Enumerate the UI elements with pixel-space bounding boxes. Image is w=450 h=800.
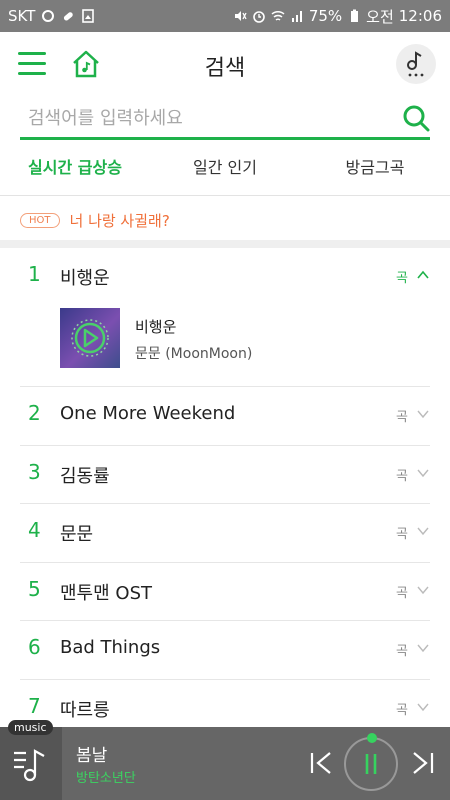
rank-number: 6 — [28, 635, 41, 659]
list-item[interactable]: 4 문문 곡 — [20, 504, 430, 563]
carrier-label: SKT — [8, 7, 36, 25]
music-note-button[interactable] — [396, 44, 436, 84]
item-name: 비행운 — [60, 268, 110, 289]
mute-icon — [234, 11, 247, 21]
item-category: 곡 — [396, 468, 408, 484]
pause-icon — [365, 754, 377, 774]
item-category: 곡 — [396, 644, 408, 659]
list-item[interactable]: 1 비행운 곡 비행운 문문 (MoonMoon) — [20, 248, 430, 387]
pill-icon — [64, 12, 74, 21]
hot-badge: HOT — [20, 212, 60, 228]
tab-daily[interactable]: 일간 인기 — [150, 150, 300, 195]
chart-list: 1 비행운 곡 비행운 문문 (MoonMoon) 2 One More Wee… — [0, 248, 450, 738]
expanded-artist: 문문 (MoonMoon) — [135, 346, 253, 362]
hot-keyword[interactable]: HOT 너 나랑 사귈래? — [20, 200, 170, 240]
chevron-down-icon[interactable] — [416, 583, 430, 597]
next-track-icon[interactable] — [410, 749, 436, 777]
hot-keyword-text: 너 나랑 사귈래? — [69, 211, 170, 230]
status-bar: SKT 75% 오전 12:06 — [0, 0, 450, 32]
rank-number: 3 — [28, 459, 41, 484]
item-name: 맨투맨 OST — [60, 582, 152, 604]
item-name: 문문 — [60, 524, 94, 545]
chart-tabs: 실시간 급상승 일간 인기 방금그곡 — [0, 150, 450, 196]
expanded-result[interactable]: 비행운 문문 (MoonMoon) — [60, 308, 440, 370]
item-category: 곡 — [396, 702, 408, 718]
expanded-title: 비행운 — [135, 318, 177, 336]
settings-gear-icon — [42, 10, 55, 22]
progress-indicator[interactable] — [367, 733, 377, 743]
item-name: One More Weekend — [60, 403, 236, 424]
chevron-down-icon[interactable] — [416, 700, 430, 714]
section-divider — [0, 240, 450, 248]
item-name: 김동률 — [60, 465, 110, 487]
search-icon[interactable] — [402, 104, 430, 132]
list-item[interactable]: 3 김동률 곡 — [20, 446, 430, 504]
chevron-down-icon[interactable] — [416, 466, 430, 480]
chevron-up-icon[interactable] — [416, 268, 430, 282]
clock-ampm: 오전 — [366, 7, 394, 26]
rank-number: 1 — [28, 262, 41, 286]
list-item[interactable]: 2 One More Weekend 곡 — [20, 387, 430, 446]
search-bar — [20, 98, 430, 140]
wifi-icon — [271, 10, 285, 21]
battery-percent: 75% — [308, 7, 343, 25]
now-playing-title: 봄날 — [76, 746, 108, 766]
chevron-down-icon[interactable] — [416, 641, 430, 655]
list-item[interactable]: 5 맨투맨 OST 곡 — [20, 563, 430, 621]
search-input[interactable] — [28, 102, 388, 134]
play-icon — [71, 319, 109, 357]
music-note-icon — [407, 51, 424, 77]
tab-realtime[interactable]: 실시간 급상승 — [0, 150, 150, 195]
item-name: Bad Things — [60, 637, 161, 658]
signal-icon — [291, 11, 302, 22]
app-header: 검색 — [0, 32, 450, 96]
rank-number: 5 — [28, 576, 41, 601]
tab-just-now[interactable]: 방금그곡 — [300, 150, 450, 195]
playlist-button[interactable] — [0, 727, 62, 800]
alarm-icon — [253, 11, 265, 23]
item-name: 따르릉 — [60, 699, 110, 721]
album-art[interactable] — [60, 308, 120, 368]
rank-number: 7 — [28, 693, 41, 718]
mini-player[interactable]: music 봄날 방탄소년단 — [0, 720, 450, 800]
image-icon — [82, 9, 95, 23]
music-tag: music — [8, 720, 53, 735]
pause-button[interactable] — [344, 737, 398, 791]
previous-track-icon[interactable] — [308, 749, 334, 777]
item-category: 곡 — [396, 271, 408, 286]
chevron-down-icon[interactable] — [416, 407, 430, 421]
item-category: 곡 — [396, 527, 408, 542]
rank-number: 4 — [28, 518, 41, 542]
item-category: 곡 — [396, 410, 408, 425]
chevron-down-icon[interactable] — [416, 524, 430, 538]
page-title: 검색 — [204, 56, 246, 81]
playlist-icon — [14, 749, 45, 782]
rank-number: 2 — [28, 401, 41, 425]
now-playing-artist: 방탄소년단 — [76, 771, 136, 786]
list-item[interactable]: 6 Bad Things 곡 — [20, 621, 430, 680]
clock-time: 12:06 — [398, 7, 442, 25]
item-category: 곡 — [396, 585, 408, 601]
battery-icon — [351, 9, 359, 22]
